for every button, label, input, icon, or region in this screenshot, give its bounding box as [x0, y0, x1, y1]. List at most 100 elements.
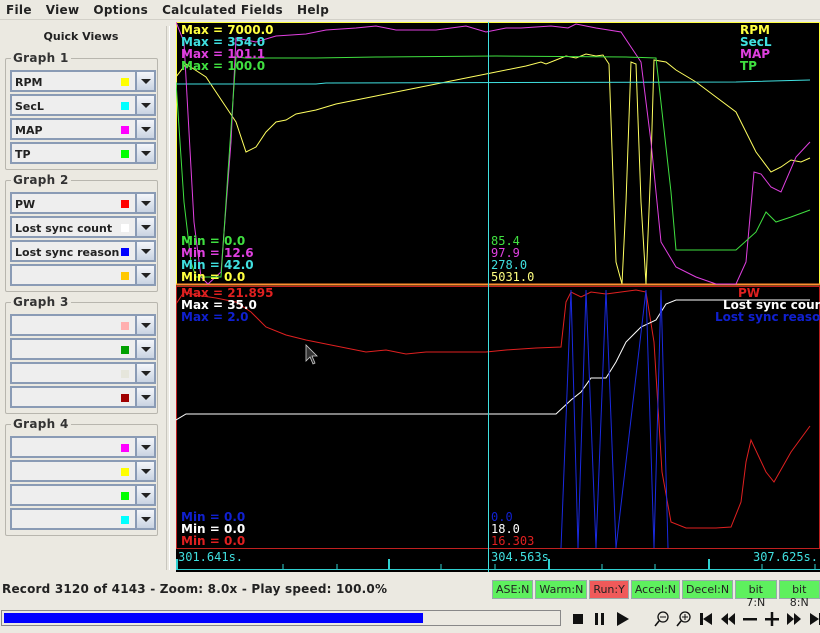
chevron-down-icon[interactable]: [136, 240, 156, 262]
color-swatch: [121, 272, 129, 280]
chevron-down-icon[interactable]: [136, 264, 156, 286]
menu-options[interactable]: Options: [86, 3, 155, 17]
field-select-value[interactable]: [10, 264, 136, 286]
field-select[interactable]: SecL: [10, 94, 156, 116]
field-select-value[interactable]: [10, 436, 136, 458]
lost-sync-reason-trace: [645, 289, 655, 549]
field-select-value[interactable]: [10, 484, 136, 506]
field-select-value[interactable]: TP: [10, 142, 136, 164]
skip-to-start-button[interactable]: [696, 609, 716, 629]
chevron-down-icon[interactable]: [136, 508, 156, 530]
chevron-down-icon[interactable]: [136, 436, 156, 458]
chevron-down-icon[interactable]: [136, 338, 156, 360]
menu-calculated-fields[interactable]: Calculated Fields: [155, 3, 290, 17]
field-name: TP: [15, 148, 31, 161]
status-indicator-bit-8: bit 8:N: [778, 580, 820, 609]
color-swatch: [121, 468, 129, 476]
playback-progress-bar[interactable]: [1, 610, 561, 626]
field-select[interactable]: MAP: [10, 118, 156, 140]
skip-to-end-button[interactable]: [806, 609, 820, 629]
color-swatch: [121, 444, 129, 452]
field-select-value[interactable]: Lost sync reason: [10, 240, 136, 262]
field-select-value[interactable]: Lost sync count: [10, 216, 136, 238]
field-select[interactable]: [10, 508, 156, 530]
field-select[interactable]: [10, 264, 156, 286]
chevron-down-icon[interactable]: [136, 314, 156, 336]
color-swatch: [121, 346, 129, 354]
field-select-value[interactable]: [10, 386, 136, 408]
chevron-down-icon[interactable]: [136, 362, 156, 384]
plot-area[interactable]: Max = 7000.0 Max = 354.0 Max = 101.1 Max = …: [176, 22, 820, 572]
chevron-down-icon[interactable]: [136, 386, 156, 408]
rewind-button[interactable]: [718, 609, 738, 629]
fast-forward-button[interactable]: [784, 609, 804, 629]
secl-trace: [176, 79, 811, 85]
chevron-down-icon[interactable]: [136, 118, 156, 140]
zoom-out-button[interactable]: [652, 609, 672, 629]
status-indicator-run: Run:Y: [589, 580, 629, 599]
field-select[interactable]: [10, 362, 156, 384]
zoom-in-button[interactable]: [674, 609, 694, 629]
color-swatch: [121, 248, 129, 256]
status-indicator-warm: Warm:N: [535, 580, 588, 599]
field-select[interactable]: Lost sync count: [10, 216, 156, 238]
time-axis-start-label: 301.641s.: [178, 550, 244, 564]
pause-button[interactable]: [590, 609, 610, 629]
field-select[interactable]: RPM: [10, 70, 156, 92]
field-select[interactable]: PW: [10, 192, 156, 214]
field-select-value[interactable]: PW: [10, 192, 136, 214]
mouse-pointer-icon: [305, 344, 318, 365]
status-indicator-bit-7: bit 7:N: [735, 580, 777, 609]
pause-icon: [595, 613, 604, 625]
graph2-min-label: Min = 0.0: [181, 534, 246, 548]
color-swatch: [121, 492, 129, 500]
graph-group-label: Graph 1: [11, 51, 71, 65]
chevron-down-icon[interactable]: [136, 70, 156, 92]
color-swatch: [121, 200, 129, 208]
playback-controls: [568, 609, 820, 629]
color-swatch: [121, 394, 129, 402]
field-select[interactable]: TP: [10, 142, 156, 164]
field-select[interactable]: [10, 338, 156, 360]
menu-view[interactable]: View: [39, 3, 87, 17]
color-swatch: [121, 150, 129, 158]
faster-icon: [765, 612, 779, 626]
slower-button[interactable]: [740, 609, 760, 629]
stop-icon: [573, 614, 583, 624]
field-name: RPM: [15, 76, 43, 89]
chevron-down-icon[interactable]: [136, 142, 156, 164]
field-select-value[interactable]: SecL: [10, 94, 136, 116]
menu-help[interactable]: Help: [290, 3, 336, 17]
chevron-down-icon[interactable]: [136, 216, 156, 238]
field-select[interactable]: [10, 386, 156, 408]
field-select-value[interactable]: [10, 314, 136, 336]
stop-button[interactable]: [568, 609, 588, 629]
field-select-value[interactable]: [10, 508, 136, 530]
chevron-down-icon[interactable]: [136, 192, 156, 214]
faster-button[interactable]: [762, 609, 782, 629]
time-axis-end-label: 307.625s.: [752, 550, 818, 564]
field-name: Lost sync reason: [15, 246, 120, 259]
chevron-down-icon[interactable]: [136, 460, 156, 482]
field-select[interactable]: Lost sync reason: [10, 240, 156, 262]
field-select-value[interactable]: [10, 338, 136, 360]
menu-file[interactable]: File: [0, 3, 39, 17]
graph1-max-label: Max = 100.0: [181, 59, 266, 73]
field-select-value[interactable]: [10, 460, 136, 482]
lost-sync-reason-trace: [560, 289, 572, 549]
field-select[interactable]: [10, 484, 156, 506]
graph2-legend-item: Lost sync reason: [715, 310, 820, 324]
field-select-value[interactable]: [10, 362, 136, 384]
lost-sync-reason-trace: [595, 289, 607, 549]
chevron-down-icon[interactable]: [136, 484, 156, 506]
field-select[interactable]: [10, 436, 156, 458]
field-select[interactable]: [10, 460, 156, 482]
play-button[interactable]: [612, 609, 632, 629]
splitter-handle[interactable]: [166, 26, 170, 570]
field-select-value[interactable]: RPM: [10, 70, 136, 92]
zoom-out-icon: [654, 611, 669, 627]
chevron-down-icon[interactable]: [136, 94, 156, 116]
field-select[interactable]: [10, 314, 156, 336]
lost-sync-reason-trace: [605, 289, 617, 549]
field-select-value[interactable]: MAP: [10, 118, 136, 140]
